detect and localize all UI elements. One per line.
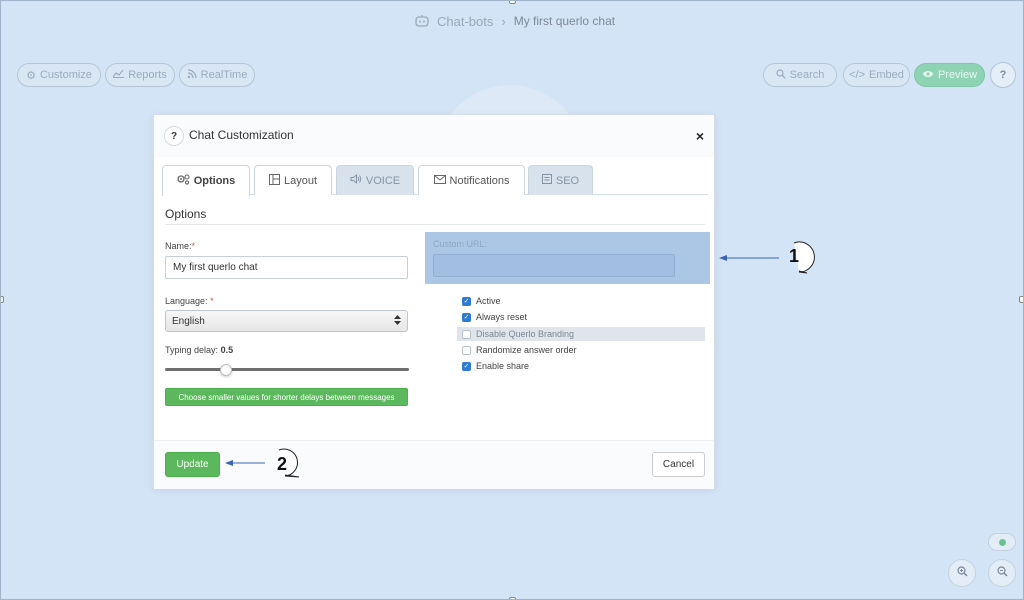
resize-handle-left[interactable] [1,296,4,303]
checkbox-label: Active [476,296,501,306]
layout-icon [268,173,280,188]
breadcrumb-current: My first querlo chat [513,14,616,28]
annotation-arrow-2 [225,448,300,478]
custom-url-label: Custom URL: [433,239,488,249]
typing-delay-value: 0.5 [220,345,234,355]
close-icon[interactable]: × [696,128,704,144]
typing-delay-slider[interactable] [165,368,409,371]
help-icon: ? [170,130,178,142]
language-label: Language: * [165,296,214,306]
language-value: English [172,315,205,327]
realtime-label: RealTime [200,69,248,81]
embed-button[interactable]: </> Embed [843,63,910,87]
checkbox-row[interactable]: ✓ Enable share [462,359,529,373]
tab-bar: Options Layout VOICE Notifications SEO [162,165,708,196]
status-indicator [988,533,1016,551]
realtime-button[interactable]: RealTime [179,63,255,87]
envelope-icon [433,174,446,187]
tab-seo-label: SEO [555,174,580,187]
name-input[interactable] [165,256,408,279]
annotation-number-1: 1 [789,246,800,266]
checkbox-unchecked[interactable] [462,329,471,339]
tab-voice[interactable]: VOICE [336,165,414,195]
update-button[interactable]: Update [165,452,220,477]
tab-voice-label: VOICE [365,174,401,187]
checkbox-row[interactable]: Randomize answer order [462,343,577,357]
gears-icon [177,174,190,188]
embed-label: Embed [869,69,904,81]
resize-handle-top[interactable] [509,1,516,4]
chart-icon [112,69,125,81]
checkbox-checked[interactable]: ✓ [462,312,471,322]
checkbox-checked[interactable]: ✓ [462,361,471,371]
modal-help-button[interactable]: ? [164,126,184,146]
tab-notifications-label: Notifications [449,174,510,187]
custom-url-group: Custom URL: [425,232,710,284]
signal-icon [187,68,197,82]
checkbox-unchecked[interactable] [462,345,471,355]
app-background: Chat-bots › My first querlo chat ⚙ Custo… [0,0,1024,600]
section-divider [165,224,705,225]
checkbox-label: Disable Querlo Branding [476,329,575,339]
annotation-arrow-1 [719,241,815,274]
checkbox-label: Randomize answer order [476,345,577,355]
zoom-in-icon [956,566,968,580]
reports-button[interactable]: Reports [105,63,175,87]
zoom-in-button[interactable] [948,559,976,587]
code-icon: </> [849,69,866,81]
language-select[interactable]: English [165,310,408,332]
cancel-button[interactable]: Cancel [652,452,705,477]
breadcrumb-separator: › [501,13,506,29]
speaker-icon [350,173,362,187]
help-button[interactable]: ? [990,62,1016,88]
help-label: ? [999,69,1007,81]
tab-options-label: Options [193,175,236,187]
breadcrumb: Chat-bots › My first querlo chat [415,13,615,29]
chat-customization-modal: ? Chat Customization × Options Layout VO… [153,114,715,489]
tab-layout-label: Layout [283,174,318,187]
zoom-out-icon [996,566,1008,580]
search-icon [775,68,786,82]
checkbox-row[interactable]: ✓ Always reset [462,310,527,324]
section-title: Options [165,207,207,221]
name-label: Name:* [165,241,196,251]
modal-title: Chat Customization [189,128,294,142]
tab-layout[interactable]: Layout [254,165,332,195]
custom-url-input[interactable] [433,254,675,277]
gear-icon: ⚙ [26,69,36,82]
modal-header: ? Chat Customization × [154,115,714,157]
document-icon [541,174,552,187]
online-dot-icon [998,538,1006,546]
search-button[interactable]: Search [763,63,837,87]
tab-seo[interactable]: SEO [528,165,593,195]
preview-button[interactable]: Preview [914,63,985,87]
customize-label: Customize [39,69,92,81]
preview-label: Preview [937,69,978,81]
eye-icon [922,69,934,81]
resize-handle-right[interactable] [1019,296,1023,303]
checkbox-checked[interactable]: ✓ [462,296,471,306]
zoom-out-button[interactable] [988,559,1016,587]
robot-icon [415,15,429,27]
breadcrumb-parent[interactable]: Chat-bots [437,14,493,29]
reports-label: Reports [128,69,167,81]
checkbox-label: Enable share [476,361,530,371]
tab-notifications[interactable]: Notifications [418,165,525,195]
select-arrows-icon [394,314,401,328]
search-label: Search [789,69,825,81]
checkbox-row[interactable]: Disable Querlo Branding [457,327,705,341]
typing-delay-label: Typing delay: 0.5 [165,345,234,355]
annotation-number-2: 2 [277,454,288,474]
tab-options[interactable]: Options [162,165,250,196]
checkbox-row[interactable]: ✓ Active [462,294,501,308]
customize-button[interactable]: ⚙ Customize [17,63,101,87]
checkbox-label: Always reset [476,312,528,322]
typing-delay-hint: Choose smaller values for shorter delays… [165,388,408,406]
slider-thumb[interactable] [220,364,232,376]
